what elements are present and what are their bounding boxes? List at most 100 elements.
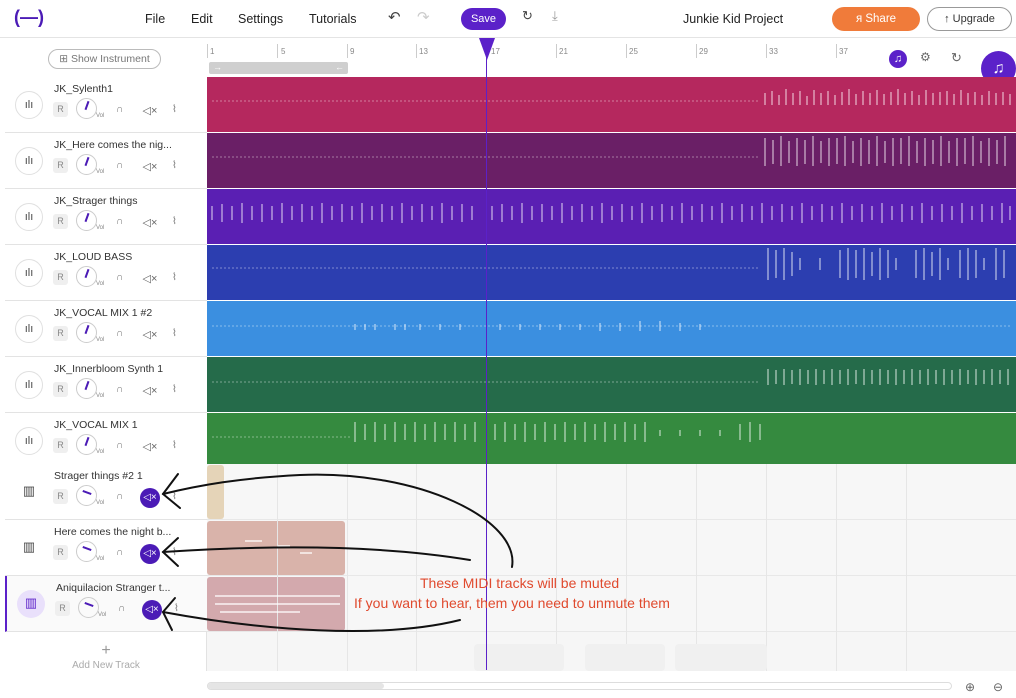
mute-icon[interactable]: ◁× <box>140 157 160 177</box>
automation-icon[interactable]: ⌇ <box>172 547 177 558</box>
headphones-icon[interactable]: ∩ <box>116 160 123 171</box>
menu-tutorials[interactable]: Tutorials <box>309 12 356 26</box>
mute-icon[interactable]: ◁× <box>140 381 160 401</box>
audio-clip[interactable] <box>207 414 1016 468</box>
audio-clip[interactable] <box>207 302 1016 356</box>
add-audio-card[interactable] <box>474 644 564 671</box>
save-button[interactable]: Save <box>461 8 506 30</box>
menu-edit[interactable]: Edit <box>191 12 213 26</box>
project-title[interactable]: Junkie Kid Project <box>683 12 783 26</box>
loop-icon[interactable]: ↻ <box>951 50 962 66</box>
app-logo[interactable]: (—) <box>14 7 44 28</box>
track-lane[interactable] <box>207 357 1016 413</box>
track-header[interactable]: ılı JK_LOUD BASS R Vol ∩ ◁× ⌇ <box>5 245 207 301</box>
mute-icon[interactable]: ◁× <box>140 544 160 564</box>
midi-clip[interactable] <box>207 465 224 519</box>
headphones-icon[interactable]: ∩ <box>116 328 123 339</box>
redo-icon[interactable]: ↷ <box>417 8 430 26</box>
track-name[interactable]: Aniquilacion Stranger t... <box>56 582 170 594</box>
download-icon[interactable]: ⤓ <box>552 8 558 24</box>
track-header[interactable]: ılı JK_Innerbloom Synth 1 R Vol ∩ ◁× ⌇ <box>5 357 207 413</box>
upgrade-button[interactable]: ↑ Upgrade <box>927 7 1012 31</box>
record-button[interactable]: R <box>55 601 70 616</box>
automation-icon[interactable]: ⌇ <box>174 603 179 614</box>
mute-icon[interactable]: ◁× <box>140 213 160 233</box>
record-button[interactable]: R <box>53 489 68 504</box>
headphones-icon[interactable]: ∩ <box>116 384 123 395</box>
scrollbar-thumb[interactable] <box>208 683 384 689</box>
menu-settings[interactable]: Settings <box>238 12 283 26</box>
automation-icon[interactable]: ⌇ <box>172 216 177 227</box>
volume-knob[interactable] <box>76 541 97 562</box>
track-lane[interactable] <box>207 245 1016 301</box>
mute-icon[interactable]: ◁× <box>140 325 160 345</box>
record-button[interactable]: R <box>53 270 68 285</box>
volume-knob[interactable] <box>76 378 97 399</box>
track-lane[interactable] <box>207 413 1016 469</box>
track-name[interactable]: JK_VOCAL MIX 1 <box>54 419 138 431</box>
volume-knob[interactable] <box>76 485 97 506</box>
track-name[interactable]: JK_VOCAL MIX 1 #2 <box>54 307 152 319</box>
mute-icon[interactable]: ◁× <box>140 269 160 289</box>
volume-knob[interactable] <box>78 597 99 618</box>
track-name[interactable]: Strager things #2 1 <box>54 470 143 482</box>
volume-knob[interactable] <box>76 266 97 287</box>
record-button[interactable]: R <box>53 102 68 117</box>
track-lane[interactable] <box>207 301 1016 357</box>
show-instrument-button[interactable]: ⊞ Show Instrument <box>48 49 161 69</box>
add-drum-card[interactable] <box>585 644 665 671</box>
automation-icon[interactable]: ⌇ <box>172 160 177 171</box>
track-name[interactable]: JK_Sylenth1 <box>54 83 113 95</box>
midi-clip[interactable] <box>207 577 345 631</box>
headphones-icon[interactable]: ∩ <box>116 104 123 115</box>
automation-icon[interactable]: ⌇ <box>172 272 177 283</box>
track-header[interactable]: ılı JK_Sylenth1 R Vol ∩ ◁× ⌇ <box>5 77 207 133</box>
menu-file[interactable]: File <box>145 12 165 26</box>
track-header[interactable]: ▥ Strager things #2 1 R Vol ∩ ◁× ⌇ <box>5 464 207 520</box>
track-header[interactable]: ▥ Here comes the night b... R Vol ∩ ◁× ⌇ <box>5 520 207 576</box>
track-name[interactable]: JK_LOUD BASS <box>54 251 132 263</box>
zoom-out-icon[interactable]: ⊖ <box>993 680 1003 694</box>
track-lane[interactable] <box>207 189 1016 245</box>
headphones-icon[interactable]: ∩ <box>118 603 125 614</box>
audio-clip[interactable] <box>207 190 1016 244</box>
audio-clip[interactable] <box>207 134 1016 188</box>
automation-icon[interactable]: ⌇ <box>172 384 177 395</box>
record-button[interactable]: R <box>53 326 68 341</box>
track-header[interactable]: ılı JK_Here comes the nig... R Vol ∩ ◁× … <box>5 133 207 189</box>
automation-icon[interactable]: ⌇ <box>172 440 177 451</box>
mute-icon[interactable]: ◁× <box>142 600 162 620</box>
mute-icon[interactable]: ◁× <box>140 437 160 457</box>
add-instrument-card[interactable] <box>675 644 767 671</box>
track-name[interactable]: JK_Strager things <box>54 195 137 207</box>
playhead-handle[interactable] <box>479 38 495 60</box>
share-button[interactable]: ᴙ Share <box>832 7 920 31</box>
record-button[interactable]: R <box>53 158 68 173</box>
record-button[interactable]: R <box>53 545 68 560</box>
track-lane[interactable] <box>207 520 1016 576</box>
track-header[interactable]: ılı JK_Strager things R Vol ∩ ◁× ⌇ <box>5 189 207 245</box>
audio-clip[interactable] <box>207 78 1016 132</box>
automation-icon[interactable]: ⌇ <box>172 328 177 339</box>
audio-clip[interactable] <box>207 358 1016 412</box>
add-track-button[interactable]: + Add New Track <box>5 642 207 672</box>
track-header[interactable]: ılı JK_VOCAL MIX 1 #2 R Vol ∩ ◁× ⌇ <box>5 301 207 357</box>
volume-knob[interactable] <box>76 98 97 119</box>
track-lane[interactable] <box>207 133 1016 189</box>
headphones-icon[interactable]: ♫ <box>889 50 907 68</box>
headphones-icon[interactable]: ∩ <box>116 547 123 558</box>
loop-region[interactable]: → ← <box>209 62 348 74</box>
track-lane[interactable] <box>207 77 1016 133</box>
track-lane[interactable] <box>207 464 1016 520</box>
midi-clip[interactable] <box>207 521 345 575</box>
volume-knob[interactable] <box>76 154 97 175</box>
volume-knob[interactable] <box>76 210 97 231</box>
headphones-icon[interactable]: ∩ <box>116 440 123 451</box>
undo-icon[interactable]: ↶ <box>388 8 401 26</box>
headphones-icon[interactable]: ∩ <box>116 216 123 227</box>
volume-knob[interactable] <box>76 322 97 343</box>
track-name[interactable]: JK_Innerbloom Synth 1 <box>54 363 163 375</box>
automation-icon[interactable]: ⌇ <box>172 104 177 115</box>
record-button[interactable]: R <box>53 214 68 229</box>
refresh-icon[interactable]: ↻ <box>522 8 533 24</box>
